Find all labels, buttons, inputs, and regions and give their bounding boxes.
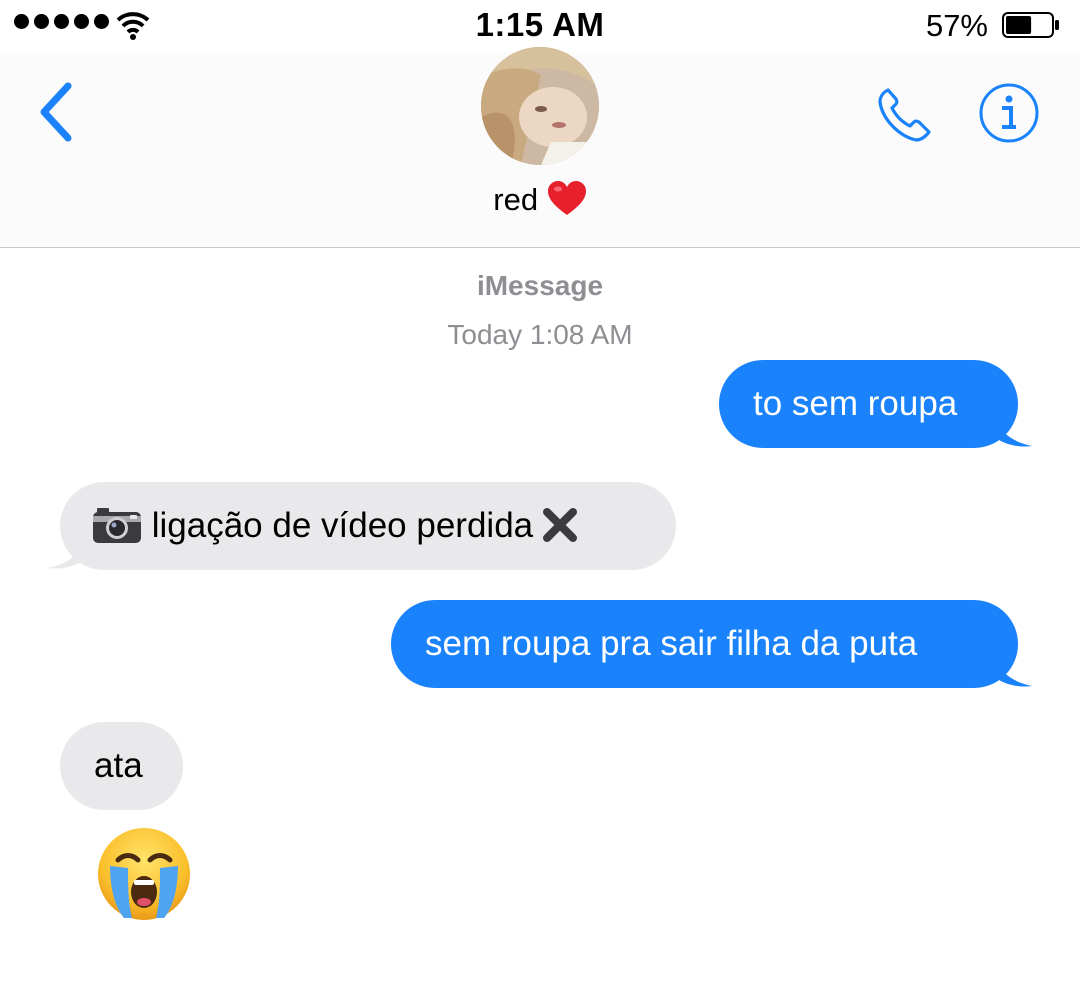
back-button[interactable]	[32, 78, 82, 148]
camera-icon	[93, 507, 141, 543]
cross-mark-icon	[542, 507, 577, 542]
phone-icon[interactable]	[874, 84, 936, 146]
message-text: ligação de vídeo perdida	[151, 506, 534, 545]
service-label: iMessage	[476, 270, 604, 301]
message-text: sem roupa pra sair filha da puta	[425, 624, 918, 663]
status-bar: 1:15 AM 57%	[0, 0, 1080, 52]
bubble-tail	[48, 540, 84, 569]
sent-message[interactable]: sem roupa pra sair filha da puta	[391, 600, 1018, 688]
contact-name[interactable]: red	[0, 180, 1080, 220]
battery-percent: 57%	[925, 8, 988, 43]
message-timestamp: Today 1:08 AM	[447, 319, 633, 350]
crying-face-emoji[interactable]	[96, 826, 192, 922]
red-heart-icon	[547, 180, 586, 215]
message-text: to sem roupa	[753, 384, 958, 423]
status-time: 1:15 AM	[475, 6, 605, 43]
battery-icon	[1002, 12, 1059, 38]
received-message[interactable]: ata	[60, 722, 183, 810]
contact-name-text: red	[493, 182, 539, 217]
message-text: ata	[94, 746, 143, 785]
info-icon[interactable]	[978, 82, 1040, 144]
received-message[interactable]: ligação de vídeo perdida	[60, 482, 676, 570]
sent-message[interactable]: to sem roupa	[719, 360, 1018, 448]
contact-avatar[interactable]	[481, 47, 599, 165]
bubble-tail	[996, 418, 1032, 447]
bubble-tail	[996, 658, 1032, 687]
conversation-header: red	[0, 47, 1080, 248]
